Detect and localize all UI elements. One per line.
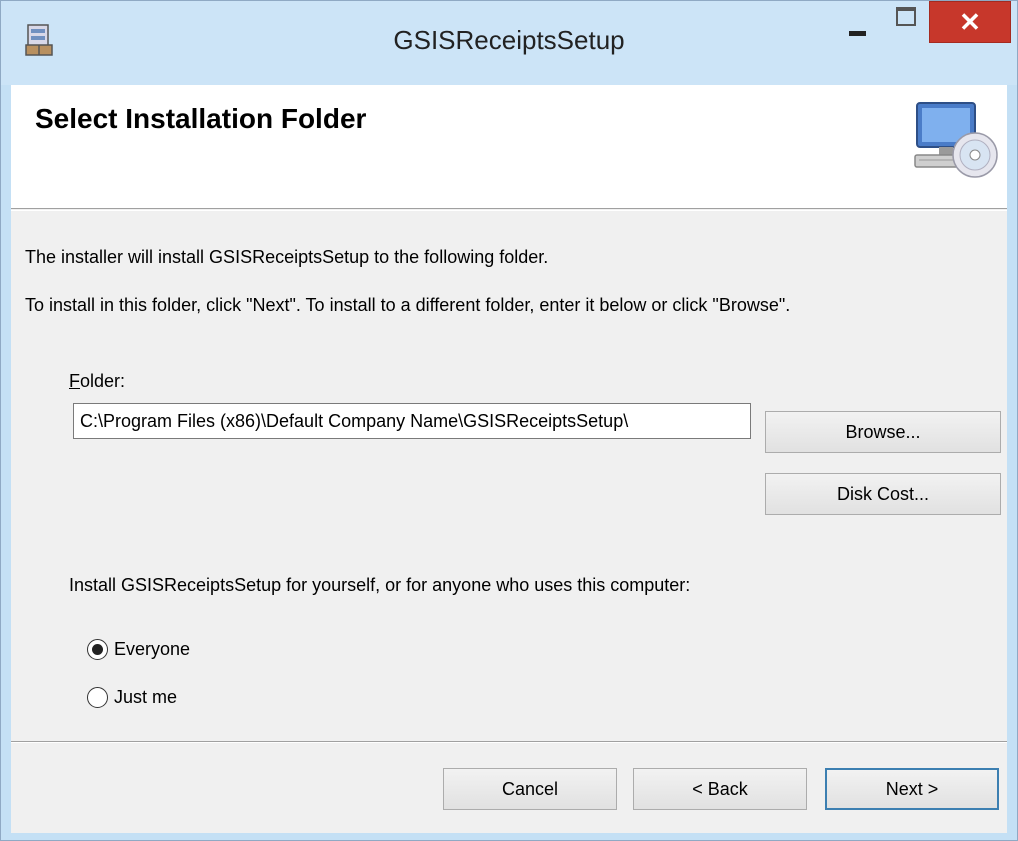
folder-label: Folder: [69,371,125,392]
maximize-button[interactable] [881,1,925,43]
just-me-radio-button[interactable] [87,687,108,708]
everyone-radio-button[interactable] [87,639,108,660]
close-button[interactable]: ✕ [929,1,1011,43]
disk-cost-button[interactable]: Disk Cost... [765,473,1001,515]
minimize-button[interactable] [835,1,879,43]
banner-divider [11,210,1007,211]
dialog-client-area: Select Installation Folder The installer… [11,85,1007,833]
folder-label-accelerator: F [69,371,80,391]
computer-cd-icon [914,102,998,178]
instruction-line-1: The installer will install GSISReceiptsS… [25,247,549,267]
folder-path-input[interactable] [73,403,751,439]
just-me-radio-option[interactable]: Just me [87,687,177,708]
everyone-radio-label[interactable]: Everyone [114,639,190,660]
close-icon: ✕ [959,7,981,37]
back-button[interactable]: < Back [633,768,807,810]
footer-divider-highlight [11,742,1007,743]
cancel-button[interactable]: Cancel [443,768,617,810]
install-for-prompt: Install GSISReceiptsSetup for yourself, … [69,575,691,595]
header-banner: Select Installation Folder [11,85,1007,209]
just-me-radio-label[interactable]: Just me [114,687,177,708]
instruction-line-2: To install in this folder, click "Next".… [25,295,791,315]
folder-label-text: older: [80,371,126,391]
everyone-radio-option[interactable]: Everyone [87,639,190,660]
page-title: Select Installation Folder [35,103,367,134]
browse-button[interactable]: Browse... [765,411,1001,453]
title-bar[interactable]: GSISReceiptsSetup ✕ [1,1,1017,85]
installer-window: GSISReceiptsSetup ✕ Select Installation … [0,0,1018,841]
next-button[interactable]: Next > [825,768,999,810]
